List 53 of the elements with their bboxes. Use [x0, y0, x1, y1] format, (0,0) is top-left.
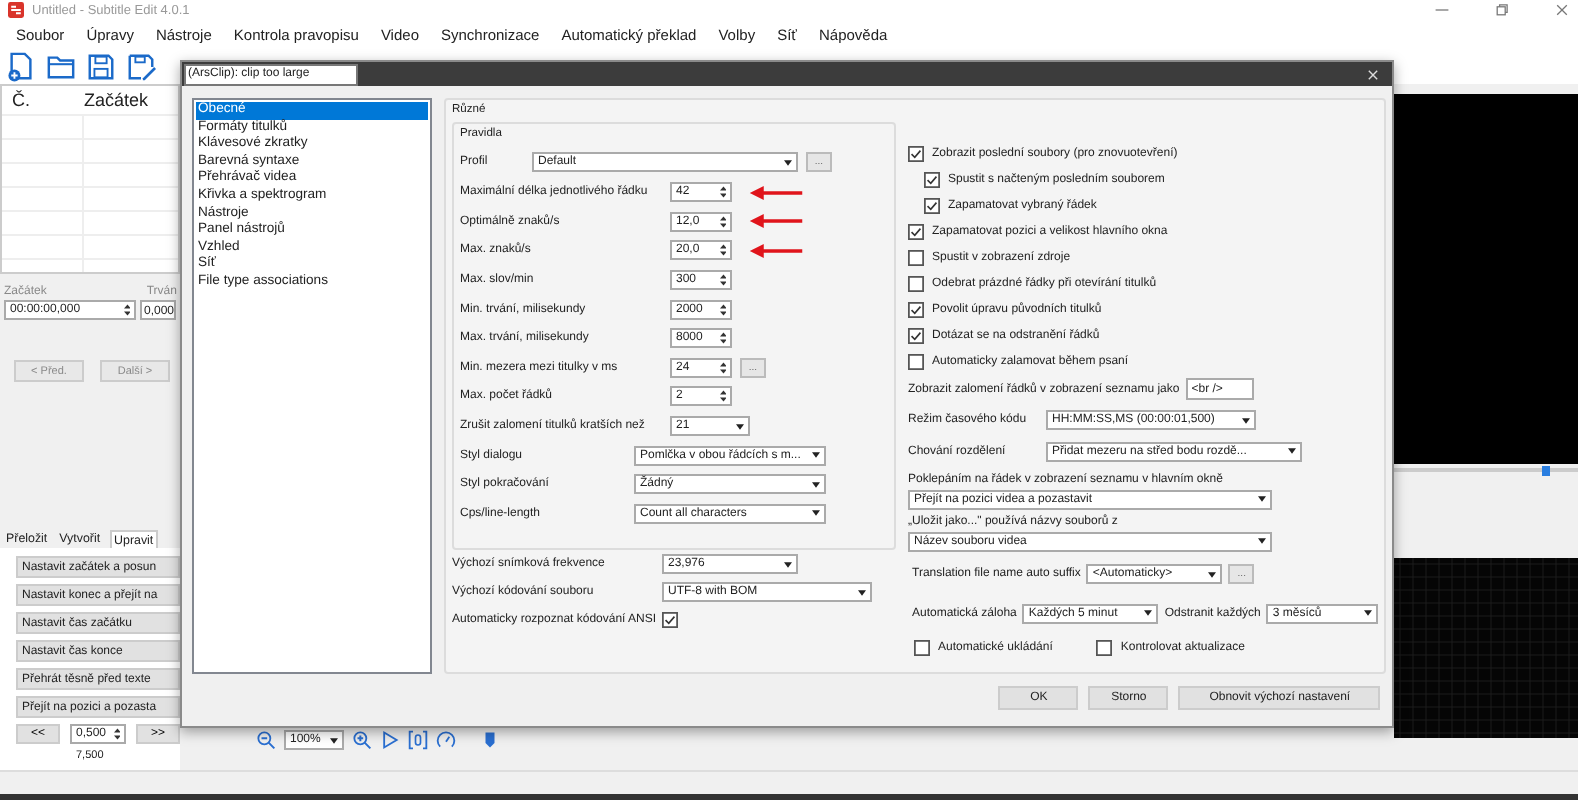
caret-icon	[1242, 417, 1250, 424]
caret-icon	[1288, 448, 1296, 455]
new-file-icon[interactable]	[6, 51, 36, 81]
caret-icon	[1258, 538, 1266, 544]
checkbox[interactable]	[908, 301, 924, 317]
speedometer-icon[interactable]	[436, 730, 456, 750]
marker-icon[interactable]	[484, 730, 496, 750]
column-header[interactable]: Začátek	[84, 90, 149, 110]
checkbox[interactable]	[1096, 640, 1113, 656]
spinner-icon	[719, 215, 726, 228]
checkbox[interactable]	[914, 640, 930, 656]
caret-icon	[1258, 496, 1266, 502]
caret-icon	[1364, 610, 1373, 617]
spinner-icon	[719, 186, 726, 199]
checkbox[interactable]	[908, 249, 924, 265]
folder-icon[interactable]	[46, 51, 76, 81]
restore-icon[interactable]	[1494, 2, 1510, 18]
spinner-icon	[719, 332, 726, 345]
spinner-icon	[719, 303, 726, 316]
checkbox[interactable]	[924, 171, 940, 187]
spinner-icon	[719, 361, 726, 374]
caret-icon	[784, 561, 792, 567]
spinner-icon	[123, 304, 130, 316]
caret-icon	[812, 452, 820, 459]
zoom-in-icon[interactable]	[352, 730, 372, 750]
spinner-icon	[113, 728, 120, 740]
checkbox[interactable]	[908, 145, 924, 161]
checkbox[interactable]	[662, 612, 678, 628]
column-header[interactable]: Č.	[2, 90, 84, 110]
checkbox[interactable]	[908, 353, 924, 369]
slider-thumb[interactable]	[1541, 465, 1550, 475]
spinner-icon	[719, 244, 726, 257]
caret-icon	[812, 510, 820, 517]
save-as-icon[interactable]	[126, 51, 156, 81]
spinner-icon	[719, 390, 726, 403]
checkbox[interactable]	[908, 223, 924, 239]
zoom-out-icon[interactable]	[256, 730, 276, 750]
spinner-icon	[719, 274, 726, 287]
caret-icon	[812, 481, 820, 488]
checkbox[interactable]	[924, 197, 940, 213]
caret-icon	[330, 737, 338, 743]
caret-icon	[1144, 610, 1153, 617]
bracket-icon[interactable]	[408, 730, 428, 750]
play-icon[interactable]	[380, 730, 400, 750]
save-icon[interactable]	[86, 51, 116, 81]
caret-icon	[858, 589, 866, 595]
caret-icon	[784, 159, 792, 165]
subtitle-list[interactable]: Č. Začátek	[0, 84, 180, 274]
checkbox[interactable]	[908, 327, 924, 343]
checkbox[interactable]	[908, 275, 924, 291]
caret-icon	[736, 423, 744, 430]
close-icon[interactable]	[1554, 2, 1570, 18]
caret-icon	[1208, 571, 1217, 578]
